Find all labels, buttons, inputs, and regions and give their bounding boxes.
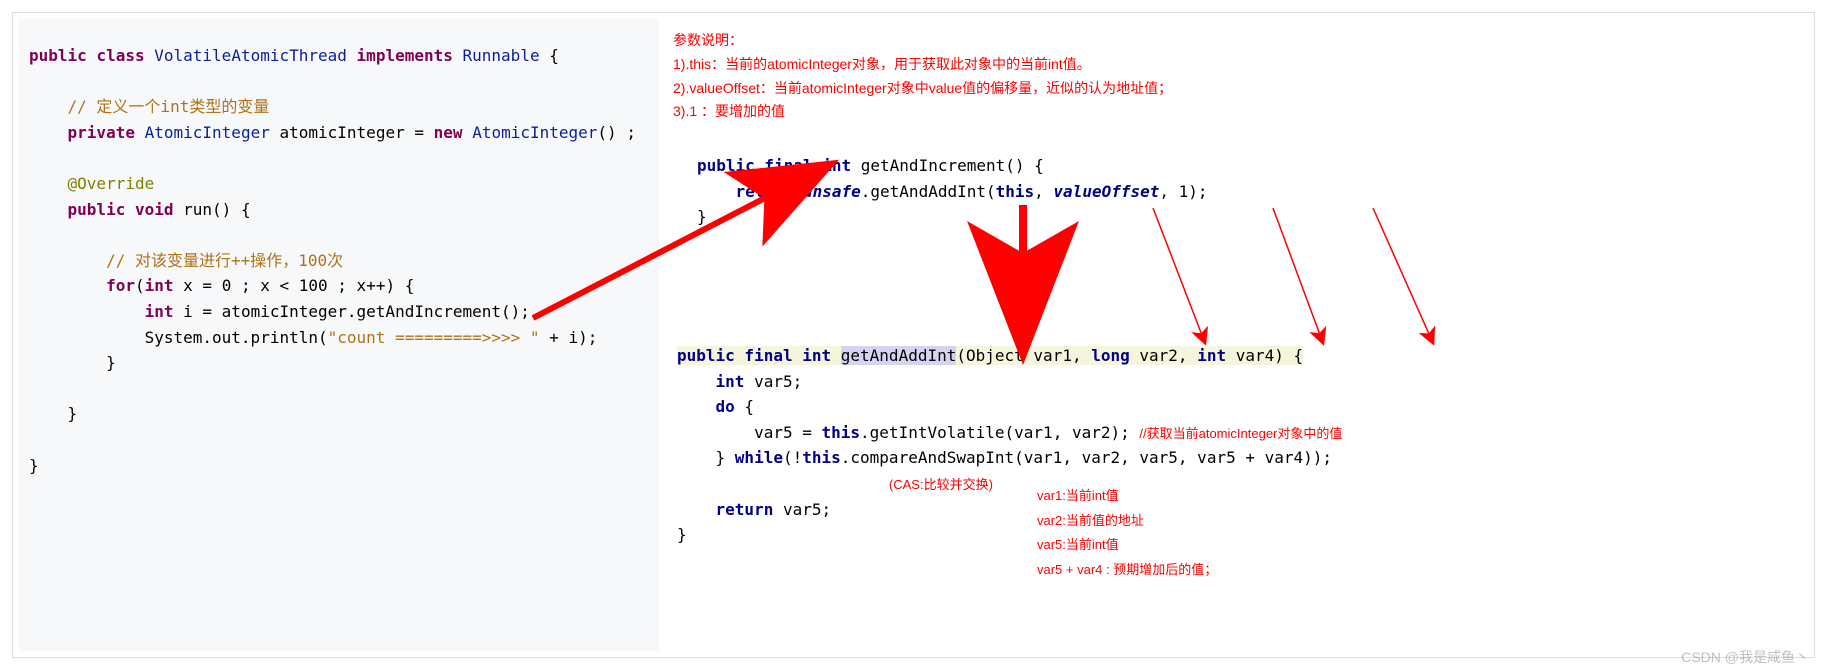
decl-var5: var5; [744,372,802,391]
r1-name: getAndIncrement [861,156,1006,175]
kw-public: public [29,46,87,65]
anno-line2: 2).valueOffset：当前atomicInteger对象中value值的… [673,77,1172,101]
anno-line3: 3).1 ：要增加的值 [673,100,1172,124]
anno-var1: var1:当前int值 [1037,484,1217,509]
brace-close3: } [29,456,39,475]
r1-paren: () { [1005,156,1044,175]
line-getandinc: i = atomicInteger.getAndIncrement(); [183,302,530,321]
println-c: + i); [540,328,598,347]
anno-var5: var5:当前int值 [1037,533,1217,558]
figure-container: public class VolatileAtomicThread implem… [12,12,1815,658]
s5c: (! [783,448,802,467]
anno-title: 参数说明： [673,29,1172,53]
method-run: run() { [183,200,250,219]
call-getandaddint: .getAndAddInt( [861,182,996,201]
kw-int: int [145,276,174,295]
kw-new: new [434,123,463,142]
type-atomicinteger: AtomicInteger [145,123,270,142]
s4c: .getIntVolatile(var1, var2); [860,423,1139,442]
brace-close1: } [29,353,116,372]
comment-getintvolatile: //获取当前atomicInteger对象中的值 [1139,426,1342,441]
s5a: } [677,448,735,467]
kw-void: void [135,200,174,219]
kw-implements: implements [357,46,453,65]
var-atomicinteger: atomicInteger [279,123,404,142]
anno-var5plus4: var5 + var4 : 预期增加后的值； [1037,558,1217,583]
ctor-paren: () ; [597,123,636,142]
kw-this: this [996,182,1035,201]
kw-int2: int [29,302,174,321]
r1-modifiers: public final int [697,156,851,175]
kw-return: return [697,182,803,201]
s1-name: getAndAddInt [841,346,957,365]
code-getandaddint: public final int getAndAddInt(Object var… [677,343,1804,548]
anno-line1: 1).this：当前的atomicInteger对象，用于获取此对象中的当前in… [673,53,1172,77]
r1-close: } [697,207,707,226]
kw-private: private [29,123,135,142]
kw-int3: int [1197,346,1226,365]
s1-params2: var2, [1130,346,1197,365]
ret-var5: var5; [773,500,831,519]
brace-do: { [735,397,754,416]
annotation-override: @Override [29,174,154,193]
ctor-atomicinteger: AtomicInteger [472,123,597,142]
kw-int4: int [677,372,744,391]
brace: { [540,46,559,65]
println-a: System.out.println( [29,328,328,347]
s1-params3: var4) { [1226,346,1303,365]
s1-modifiers: public final int [677,346,841,365]
id-valueoffset: valueOffset [1053,182,1159,201]
eq: = [414,123,424,142]
kw-return2: return [677,500,773,519]
anno-cas: (CAS:比较并交换) [889,477,993,492]
s1-params1: (Object var1, [956,346,1091,365]
kw-class: class [96,46,144,65]
anno-vars: var1:当前int值 var2:当前值的地址 var5:当前int值 var5… [1037,484,1217,583]
kw-do: do [677,397,735,416]
watermark: CSDN @我是咸鱼丶 [1681,647,1809,667]
brace-close2: } [29,404,77,423]
classname: VolatileAtomicThread [154,46,347,65]
kw-for: for [29,276,135,295]
comment-loop: // 对该变量进行++操作，100次 [29,251,343,270]
type-runnable: Runnable [463,46,540,65]
left-code: public class VolatileAtomicThread implem… [29,43,649,478]
left-code-panel: public class VolatileAtomicThread implem… [19,19,659,651]
comment-define: // 定义一个int类型的变量 [29,97,269,116]
kw-long: long [1091,346,1130,365]
s7-close: } [677,525,687,544]
s5e: .compareAndSwapInt(var1, var2, var5, var… [841,448,1332,467]
kw-public2: public [29,200,125,219]
s4a: var5 = [677,423,822,442]
kw-this2: this [822,423,861,442]
comma1: , [1034,182,1053,201]
code-getandincrement: public final int getAndIncrement() { ret… [697,153,1208,230]
kw-this3: this [802,448,841,467]
right-panel: 参数说明： 1).this：当前的atomicInteger对象，用于获取此对象… [667,19,1808,651]
comma2: , 1); [1159,182,1207,201]
kw-while: while [735,448,783,467]
anno-params: 参数说明： 1).this：当前的atomicInteger对象，用于获取此对象… [673,29,1172,124]
anno-var2: var2:当前值的地址 [1037,509,1217,534]
string-count: "count =========>>>> " [328,328,540,347]
for-cond: x = 0 ; x < 100 ; x++) { [183,276,414,295]
paren: ( [135,276,145,295]
id-unsafe: unsafe [803,182,861,201]
